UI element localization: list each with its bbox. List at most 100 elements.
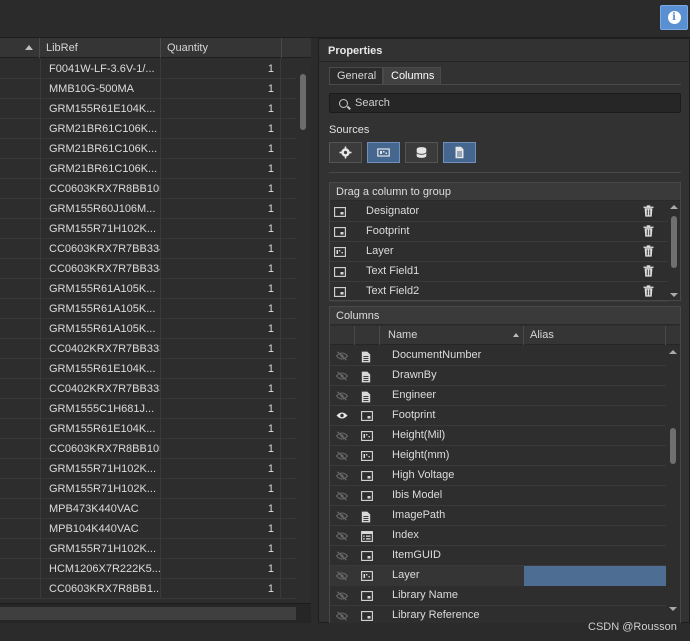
group-row[interactable]: Text Field2 (330, 282, 668, 302)
column-header-sort[interactable] (0, 38, 40, 58)
scroll-up-icon[interactable] (670, 205, 678, 209)
table-row[interactable]: F0041W-LF-3.6V-1/... 1 (0, 59, 296, 79)
column-row[interactable]: Library Name (330, 586, 666, 606)
table-row[interactable]: CC0402KRX7R7BB333 1 (0, 339, 296, 359)
table-row[interactable]: GRM155R61E104K... 1 (0, 359, 296, 379)
table-row[interactable]: CC0603KRX7R7BB334 1 (0, 259, 296, 279)
table-row[interactable]: GRM21BR61C106K... 1 (0, 139, 296, 159)
scroll-up-icon[interactable] (669, 350, 677, 354)
tab-general[interactable]: General (329, 67, 383, 85)
trash-icon[interactable] (643, 245, 654, 260)
table-row[interactable]: CC0603KRX7R8BB105 1 (0, 439, 296, 459)
column-row[interactable]: Engineer (330, 386, 666, 406)
table-row[interactable]: GRM155R60J106M... 1 (0, 199, 296, 219)
column-row[interactable]: Layer (330, 566, 666, 586)
column-header-libref[interactable]: LibRef (40, 38, 161, 58)
table-row[interactable]: CC0603KRX7R7BB334 1 (0, 239, 296, 259)
eye-hidden-icon[interactable] (335, 511, 349, 524)
info-button[interactable]: i (660, 5, 688, 30)
scrollbar-thumb[interactable] (0, 607, 296, 620)
scroll-down-icon[interactable] (669, 607, 677, 611)
table-cell-libref: GRM21BR61C106K... (41, 139, 161, 159)
group-row-label: Layer (366, 245, 394, 257)
eye-hidden-icon[interactable] (335, 391, 349, 404)
eye-icon[interactable] (336, 411, 348, 423)
column-row[interactable]: ImagePath (330, 506, 666, 526)
columns-box: Columns Name Alias DocumentNumber DrawnBy… (329, 306, 681, 624)
table-row[interactable]: GRM155R61A105K... 1 (0, 279, 296, 299)
table-row[interactable]: GRM1555C1H681J... 1 (0, 399, 296, 419)
column-row[interactable]: Height(Mil) (330, 426, 666, 446)
eye-hidden-icon[interactable] (335, 591, 349, 604)
alias-cell[interactable] (524, 566, 666, 586)
table-row[interactable]: MPB104K440VAC 1 (0, 519, 296, 539)
grid-vertical-scrollbar[interactable] (296, 59, 311, 603)
grid-horizontal-scrollbar[interactable] (0, 603, 311, 623)
column-header-name[interactable]: Name (380, 326, 524, 345)
table-row[interactable]: GRM155R61A105K... 1 (0, 299, 296, 319)
eye-hidden-icon[interactable] (335, 471, 349, 484)
table-cell-libref: HCM1206X7R222K5... (41, 559, 161, 579)
eye-hidden-icon[interactable] (335, 571, 349, 584)
table-row[interactable]: GRM21BR61C106K... 1 (0, 119, 296, 139)
column-row[interactable]: Ibis Model (330, 486, 666, 506)
scroll-down-icon[interactable] (670, 293, 678, 297)
watermark: CSDN @Rousson (588, 621, 677, 633)
eye-hidden-icon[interactable] (335, 451, 349, 464)
group-row-label: Designator (366, 205, 420, 217)
group-row-label: Footprint (366, 225, 410, 237)
scrollbar-thumb[interactable] (300, 74, 306, 130)
table-row[interactable]: GRM21BR61C106K... 1 (0, 159, 296, 179)
table-row[interactable]: CC0603KRX7R8BB105 1 (0, 179, 296, 199)
eye-hidden-icon[interactable] (335, 551, 349, 564)
trash-icon[interactable] (643, 225, 654, 240)
column-header-visibility[interactable] (330, 326, 355, 345)
source-component-button[interactable] (329, 142, 362, 163)
search-input[interactable]: Search (329, 93, 681, 113)
group-row[interactable]: Footprint (330, 222, 668, 242)
column-row[interactable]: Footprint (330, 406, 666, 426)
column-row[interactable]: DocumentNumber (330, 346, 666, 366)
table-row[interactable]: GRM155R61A105K... 1 (0, 319, 296, 339)
table-row[interactable]: GRM155R61E104K... 1 (0, 99, 296, 119)
group-row[interactable]: Layer (330, 242, 668, 262)
trash-icon[interactable] (643, 285, 654, 300)
column-row[interactable]: ItemGUID (330, 546, 666, 566)
table-row[interactable]: GRM155R71H102K... 1 (0, 539, 296, 559)
eye-hidden-icon[interactable] (335, 351, 349, 364)
eye-hidden-icon[interactable] (335, 371, 349, 384)
eye-hidden-icon[interactable] (335, 531, 349, 544)
trash-icon[interactable] (643, 265, 654, 280)
table-row[interactable]: MMB10G-500MA 1 (0, 79, 296, 99)
table-row[interactable]: MPB473K440VAC 1 (0, 499, 296, 519)
scrollbar-thumb[interactable] (670, 428, 676, 464)
table-cell-quantity: 1 (161, 419, 281, 439)
table-row[interactable]: GRM155R71H102K... 1 (0, 479, 296, 499)
group-row[interactable]: Text Field1 (330, 262, 668, 282)
trash-icon[interactable] (643, 205, 654, 220)
column-row[interactable]: DrawnBy (330, 366, 666, 386)
column-header-quantity[interactable]: Quantity (161, 38, 282, 58)
scrollbar-thumb[interactable] (671, 216, 677, 268)
table-row[interactable]: GRM155R71H102K... 1 (0, 459, 296, 479)
table-row[interactable]: CC0402KRX7R7BB333 1 (0, 379, 296, 399)
tab-columns[interactable]: Columns (383, 67, 441, 85)
table-row[interactable]: CC0603KRX7R8BB1... 1 (0, 579, 296, 599)
table-row[interactable]: GRM155R71H102K... 1 (0, 219, 296, 239)
column-header-alias[interactable]: Alias (524, 326, 666, 345)
source-pcb-button[interactable] (367, 142, 400, 163)
table-cell-blank (0, 479, 41, 499)
column-header-source[interactable] (355, 326, 380, 345)
column-row[interactable]: High Voltage (330, 466, 666, 486)
table-row[interactable]: GRM155R61E104K... 1 (0, 419, 296, 439)
source-document-button[interactable] (443, 142, 476, 163)
columns-vertical-scrollbar[interactable] (666, 346, 680, 625)
group-row[interactable]: Designator (330, 202, 668, 222)
eye-hidden-icon[interactable] (335, 491, 349, 504)
table-row[interactable]: HCM1206X7R222K5... 1 (0, 559, 296, 579)
eye-hidden-icon[interactable] (335, 431, 349, 444)
group-vertical-scrollbar[interactable] (668, 202, 680, 300)
source-database-button[interactable] (405, 142, 438, 163)
column-row[interactable]: Height(mm) (330, 446, 666, 466)
column-row[interactable]: Index (330, 526, 666, 546)
